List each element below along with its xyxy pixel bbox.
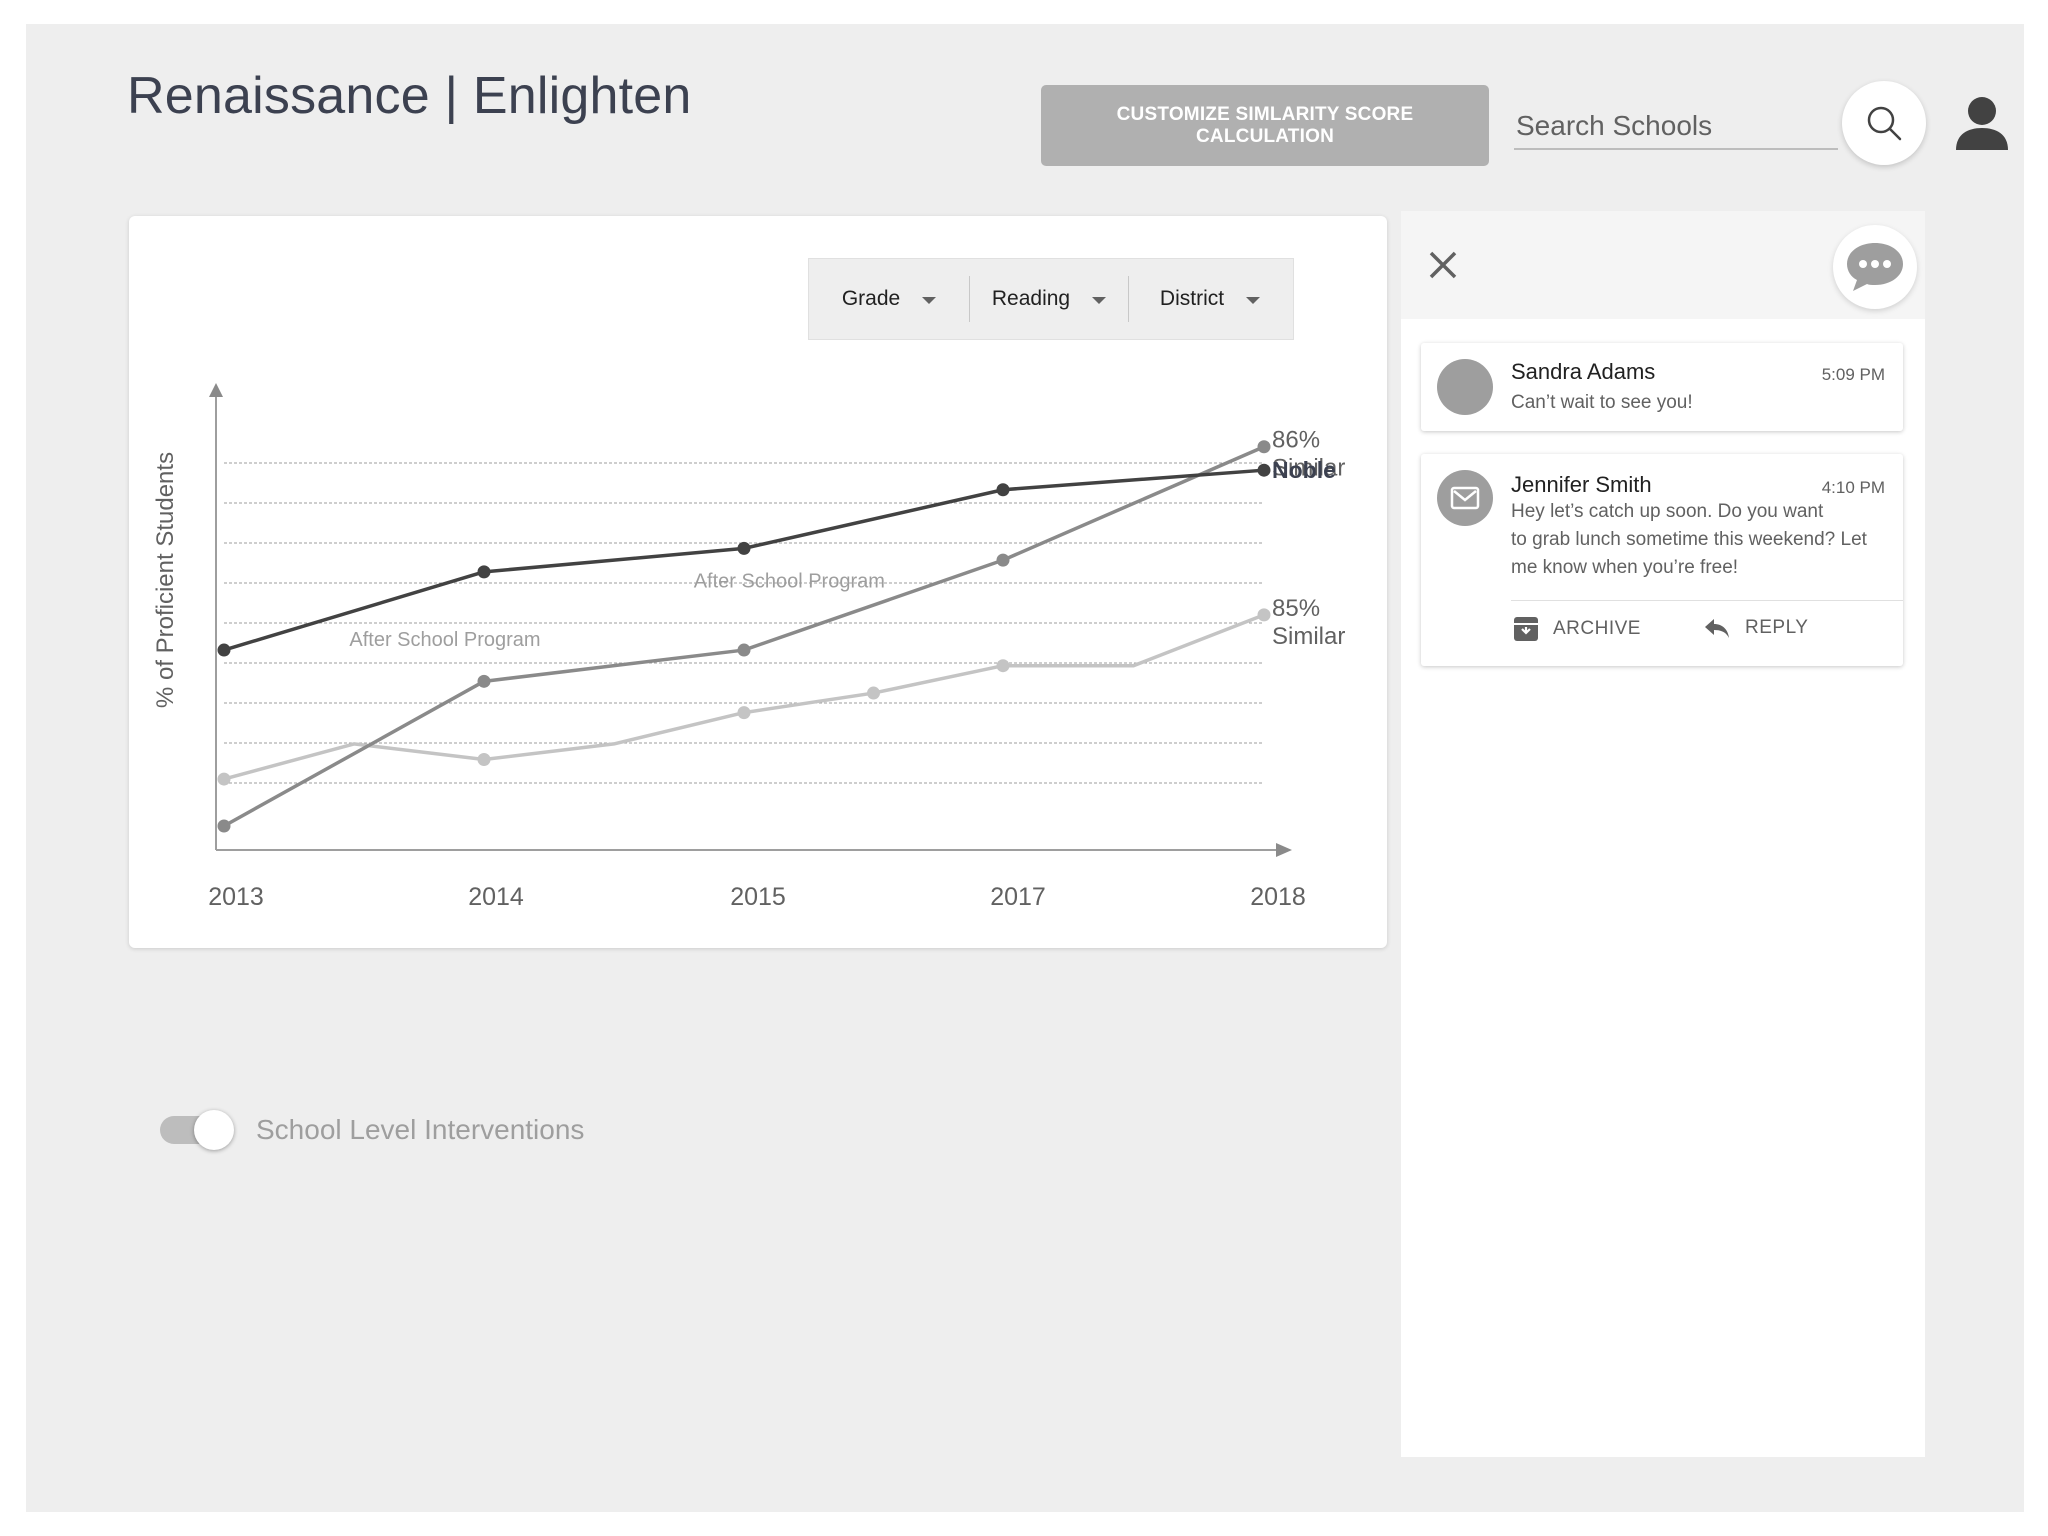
- data-point: [737, 643, 751, 657]
- data-point: [477, 565, 491, 579]
- district-filter-label: District: [1159, 287, 1225, 310]
- avatar: [1437, 359, 1493, 415]
- data-point: [996, 553, 1010, 567]
- annotation-label: After School Program: [694, 570, 885, 592]
- message-item[interactable]: Jennifer Smith 4:10 PM Hey let’s catch u…: [1421, 454, 1903, 666]
- panel-header: [1401, 211, 1925, 319]
- data-point: [1257, 440, 1271, 454]
- x-tick-label: 2017: [990, 883, 1046, 911]
- x-tick-label: 2013: [208, 883, 264, 911]
- message-line: to grab lunch sometime this weekend? Let: [1511, 529, 1867, 550]
- reading-filter-label: Reading: [991, 287, 1071, 310]
- series-label: Similar: [1272, 623, 1345, 650]
- message-sender: Jennifer Smith: [1511, 472, 1652, 497]
- x-axis-arrow: [1276, 843, 1292, 857]
- grade-filter-label: Grade: [841, 287, 901, 310]
- data-point: [217, 772, 231, 786]
- toggle-knob: [194, 1110, 234, 1150]
- x-tick-label: 2018: [1250, 883, 1306, 911]
- mail-icon: [1450, 486, 1480, 510]
- data-point: [996, 659, 1010, 673]
- data-point: [737, 541, 751, 555]
- series-label: Noble: [1272, 457, 1336, 483]
- data-point: [1257, 463, 1271, 477]
- message-preview: Hey let’s catch up soon. Do you want to …: [1511, 498, 1891, 582]
- data-point: [996, 483, 1010, 497]
- message-time: 4:10 PM: [1821, 478, 1885, 497]
- archive-label: ARCHIVE: [1553, 618, 1641, 639]
- data-point: [217, 819, 231, 833]
- chevron-down-icon: [1092, 296, 1107, 304]
- reply-button[interactable]: REPLY: [1703, 616, 1808, 640]
- school-interventions-label: School Level Interventions: [256, 1114, 585, 1145]
- message-time: 5:09 PM: [1821, 365, 1885, 384]
- reading-filter-dropdown[interactable]: Reading: [970, 276, 1128, 322]
- school-interventions-toggle[interactable]: [160, 1110, 236, 1150]
- data-point: [737, 706, 751, 720]
- district-filter-dropdown[interactable]: District: [1129, 276, 1291, 322]
- data-point: [477, 674, 491, 688]
- avatar: [1437, 470, 1493, 526]
- grade-filter-dropdown[interactable]: Grade: [809, 276, 969, 322]
- message-line: me know when you’re free!: [1511, 557, 1739, 578]
- data-point: [217, 643, 231, 657]
- chevron-down-icon: [1246, 296, 1261, 304]
- message-item[interactable]: Sandra Adams 5:09 PM Can’t wait to see y…: [1421, 343, 1903, 431]
- y-axis-arrow: [209, 383, 223, 397]
- close-icon: [1429, 251, 1457, 279]
- message-sender: Sandra Adams: [1511, 359, 1656, 384]
- data-point: [1257, 608, 1271, 622]
- message-divider: [1511, 600, 1903, 601]
- data-point: [477, 753, 491, 767]
- annotation-label: After School Program: [349, 629, 540, 651]
- chart-filter-bar: Grade Reading District: [808, 258, 1294, 340]
- archive-button[interactable]: ARCHIVE: [1513, 616, 1641, 642]
- x-tick-label: 2014: [468, 883, 524, 911]
- messages-panel: Sandra Adams 5:09 PM Can’t wait to see y…: [1401, 211, 1925, 1457]
- y-axis-label: % of Proficient Students: [152, 452, 179, 708]
- reply-icon: [1705, 619, 1729, 638]
- series-label: 86%: [1272, 427, 1320, 454]
- data-point: [867, 686, 880, 700]
- chevron-down-icon: [922, 296, 937, 304]
- series-label: 85%: [1272, 595, 1320, 622]
- chat-icon: [1847, 243, 1903, 291]
- chat-button[interactable]: [1833, 225, 1917, 309]
- reply-label: REPLY: [1745, 617, 1809, 638]
- x-tick-label: 2015: [730, 883, 786, 911]
- message-preview: Can’t wait to see you!: [1511, 392, 1693, 413]
- message-line: Hey let’s catch up soon. Do you want: [1511, 501, 1824, 522]
- archive-icon: [1514, 617, 1538, 641]
- close-panel-button[interactable]: [1423, 245, 1463, 285]
